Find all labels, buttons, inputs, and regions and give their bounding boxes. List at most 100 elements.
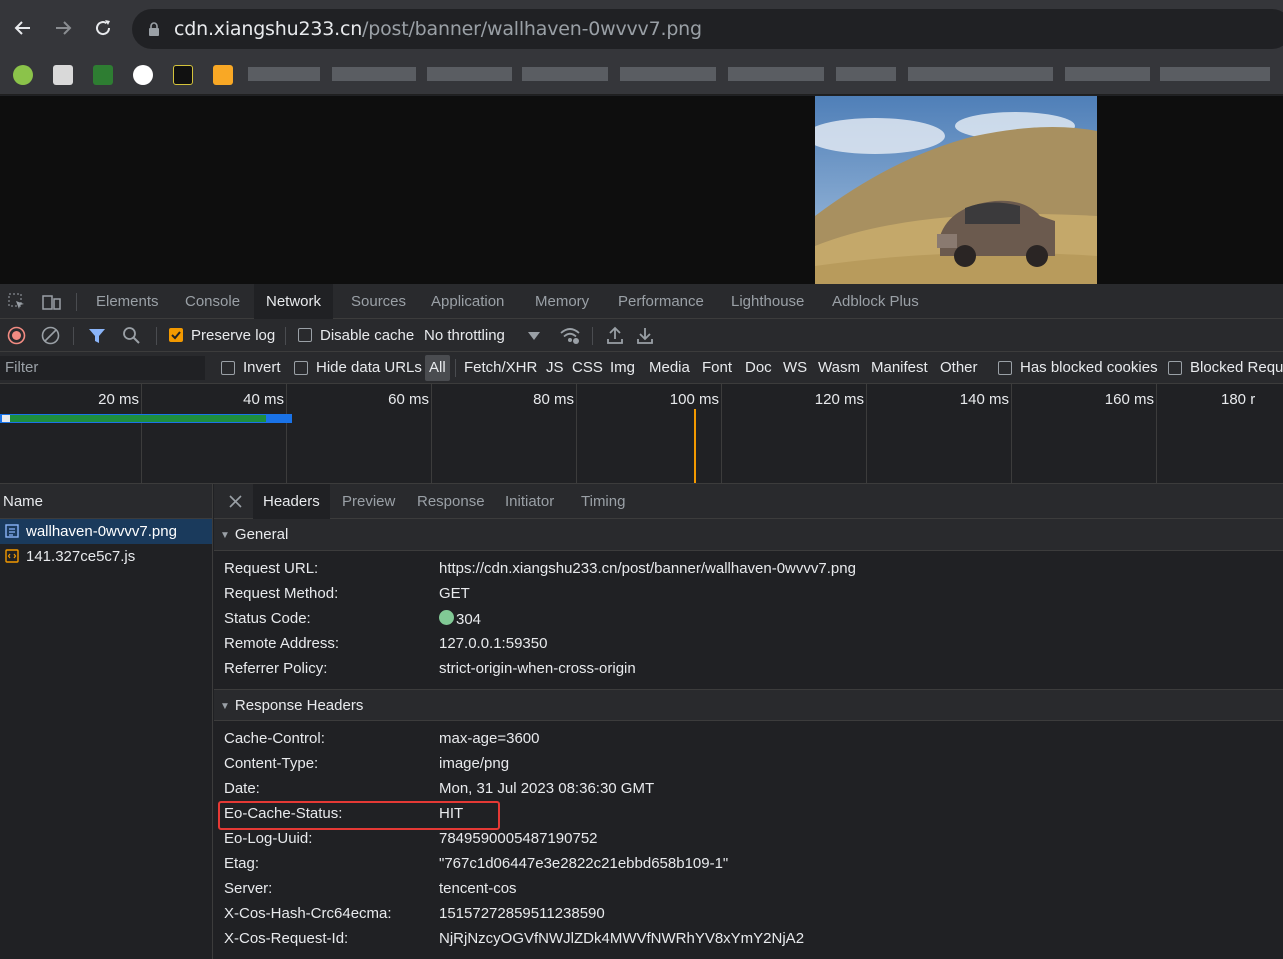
tab-elements[interactable]: Elements bbox=[84, 284, 171, 319]
blurred-bookmark[interactable] bbox=[1065, 67, 1150, 81]
type-filter-img[interactable]: Img bbox=[610, 352, 635, 384]
blurred-bookmark[interactable] bbox=[248, 67, 320, 81]
blurred-bookmark[interactable] bbox=[620, 67, 716, 81]
response-headers-title: Response Headers bbox=[234, 697, 364, 714]
record-stop-icon[interactable] bbox=[7, 326, 26, 345]
timeline-overview[interactable]: 20 ms 40 ms 60 ms 80 ms 100 ms 120 ms 14… bbox=[0, 384, 1283, 484]
preserve-log-checkbox[interactable] bbox=[169, 328, 183, 342]
blurred-bookmark[interactable] bbox=[836, 67, 896, 81]
header-value: strict-origin-when-cross-origin bbox=[439, 660, 636, 677]
disable-cache-label[interactable]: Disable cache bbox=[320, 319, 414, 352]
name-column-header[interactable]: Name bbox=[0, 484, 212, 519]
tab-sources[interactable]: Sources bbox=[339, 284, 418, 319]
blocked-requests-label[interactable]: Blocked Reque bbox=[1190, 352, 1283, 384]
devtools-tab-bar: Elements Console Network Sources Applica… bbox=[0, 284, 1283, 319]
request-list: Name wallhaven-0wvvv7.png 141.327ce5c7.j… bbox=[0, 484, 213, 959]
has-blocked-cookies-checkbox[interactable] bbox=[998, 361, 1012, 375]
bookmarks-bar bbox=[0, 57, 1283, 95]
tool-bookmark-icon[interactable] bbox=[133, 65, 153, 85]
blurred-bookmark[interactable] bbox=[908, 67, 1053, 81]
type-filter-css[interactable]: CSS bbox=[572, 352, 603, 384]
tab-performance[interactable]: Performance bbox=[606, 284, 716, 319]
network-conditions-icon[interactable] bbox=[559, 326, 581, 345]
timeline-tick-label: 160 ms bbox=[1104, 391, 1154, 408]
header-row: Cache-Control: max-age=3600 bbox=[214, 726, 1283, 751]
address-bar[interactable]: cdn.xiangshu233.cn/post/banner/wallhaven… bbox=[132, 9, 1283, 49]
type-filter-all[interactable]: All bbox=[425, 355, 450, 381]
chevron-down-icon[interactable] bbox=[528, 332, 540, 340]
timeline-tick-label: 120 ms bbox=[814, 391, 864, 408]
general-section-header[interactable]: ▼ General bbox=[214, 519, 1283, 551]
header-key: Referrer Policy: bbox=[224, 660, 328, 677]
invert-label[interactable]: Invert bbox=[243, 352, 281, 384]
grid-line bbox=[1156, 384, 1157, 483]
blurred-bookmark[interactable] bbox=[427, 67, 512, 81]
close-icon[interactable] bbox=[229, 495, 242, 508]
request-row[interactable]: wallhaven-0wvvv7.png bbox=[0, 519, 212, 544]
json-bookmark-icon[interactable] bbox=[93, 65, 113, 85]
filter-input[interactable]: Filter bbox=[0, 356, 205, 380]
device-toolbar-icon[interactable] bbox=[42, 293, 62, 311]
invert-checkbox[interactable] bbox=[221, 361, 235, 375]
has-blocked-cookies-label[interactable]: Has blocked cookies bbox=[1020, 352, 1158, 384]
grid-line bbox=[431, 384, 432, 483]
request-name: 141.327ce5c7.js bbox=[26, 548, 136, 565]
tab-timing[interactable]: Timing bbox=[571, 484, 635, 519]
type-filter-wasm[interactable]: Wasm bbox=[818, 352, 860, 384]
type-filter-font[interactable]: Font bbox=[702, 352, 732, 384]
grid-line bbox=[721, 384, 722, 483]
tab-application[interactable]: Application bbox=[419, 284, 516, 319]
preserve-log-label[interactable]: Preserve log bbox=[191, 319, 275, 352]
header-row: Remote Address: 127.0.0.1:59350 bbox=[214, 631, 1283, 656]
tab-console[interactable]: Console bbox=[173, 284, 252, 319]
tab-memory[interactable]: Memory bbox=[523, 284, 601, 319]
tab-headers[interactable]: Headers bbox=[253, 484, 330, 519]
bookmark-icon[interactable] bbox=[213, 65, 233, 85]
response-headers-section-header[interactable]: ▼ Response Headers bbox=[214, 689, 1283, 721]
throttling-select[interactable]: No throttling bbox=[424, 319, 505, 352]
bookmark-icon[interactable] bbox=[173, 65, 193, 85]
blurred-bookmark[interactable] bbox=[1160, 67, 1270, 81]
type-filter-manifest[interactable]: Manifest bbox=[871, 352, 928, 384]
tab-adblock-plus[interactable]: Adblock Plus bbox=[820, 284, 931, 319]
blurred-bookmark[interactable] bbox=[522, 67, 608, 81]
export-har-icon[interactable] bbox=[636, 326, 654, 345]
back-arrow-icon[interactable] bbox=[11, 16, 35, 40]
search-icon[interactable] bbox=[122, 326, 141, 345]
header-key: Eo-Cache-Status: bbox=[224, 805, 343, 822]
type-filter-js[interactable]: JS bbox=[546, 352, 564, 384]
type-filter-fetch-xhr[interactable]: Fetch/XHR bbox=[464, 352, 537, 384]
disable-cache-checkbox[interactable] bbox=[298, 328, 312, 342]
tab-response[interactable]: Response bbox=[407, 484, 495, 519]
hide-data-urls-checkbox[interactable] bbox=[294, 361, 308, 375]
divider bbox=[156, 327, 157, 345]
clear-icon[interactable] bbox=[41, 326, 60, 345]
header-value: HIT bbox=[439, 805, 464, 822]
blurred-bookmark[interactable] bbox=[332, 67, 416, 81]
bookmark-icon[interactable] bbox=[13, 65, 33, 85]
grid-line bbox=[866, 384, 867, 483]
blurred-bookmark[interactable] bbox=[728, 67, 824, 81]
reload-icon[interactable] bbox=[91, 16, 115, 40]
blocked-requests-checkbox[interactable] bbox=[1168, 361, 1182, 375]
type-filter-other[interactable]: Other bbox=[940, 352, 978, 384]
document-file-icon bbox=[5, 524, 19, 538]
inspect-element-icon[interactable] bbox=[8, 293, 26, 311]
hide-data-urls-label[interactable]: Hide data URLs bbox=[316, 352, 422, 384]
request-row[interactable]: 141.327ce5c7.js bbox=[0, 544, 212, 569]
tab-initiator[interactable]: Initiator bbox=[495, 484, 564, 519]
tab-preview[interactable]: Preview bbox=[332, 484, 405, 519]
forward-arrow-icon[interactable] bbox=[51, 16, 75, 40]
bookmark-icon[interactable] bbox=[53, 65, 73, 85]
tab-network[interactable]: Network bbox=[254, 284, 334, 319]
header-row: Date: Mon, 31 Jul 2023 08:36:30 GMT bbox=[214, 776, 1283, 801]
import-har-icon[interactable] bbox=[606, 326, 624, 345]
expand-triangle-icon: ▼ bbox=[220, 530, 230, 541]
tab-lighthouse[interactable]: Lighthouse bbox=[719, 284, 816, 319]
url-text: cdn.xiangshu233.cn/post/banner/wallhaven… bbox=[174, 18, 702, 40]
header-value: 7849590005487190752 bbox=[439, 830, 598, 847]
type-filter-doc[interactable]: Doc bbox=[745, 352, 772, 384]
filter-icon[interactable] bbox=[88, 327, 106, 345]
type-filter-media[interactable]: Media bbox=[649, 352, 690, 384]
type-filter-ws[interactable]: WS bbox=[783, 352, 807, 384]
